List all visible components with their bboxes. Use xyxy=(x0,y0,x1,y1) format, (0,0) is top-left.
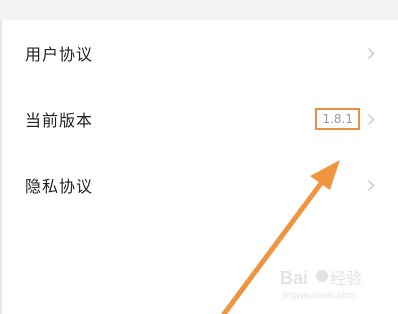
chevron-right-icon xyxy=(366,46,376,60)
section-divider xyxy=(0,0,398,20)
svg-text:经验: 经验 xyxy=(330,269,362,288)
chevron-right-icon xyxy=(366,112,376,126)
chevron-right-icon xyxy=(366,178,376,192)
svg-text:Bai: Bai xyxy=(280,268,308,288)
settings-item-current-version[interactable]: 当前版本 1.8.1 xyxy=(0,86,398,152)
settings-item-label: 当前版本 xyxy=(25,111,94,130)
svg-text:jingyan.baidu.com: jingyan.baidu.com xyxy=(281,290,355,300)
settings-page: 用户协议 当前版本 1.8.1 隐私协议 Bai 经验 jingyan.baid… xyxy=(0,0,398,314)
settings-item-label: 隐私协议 xyxy=(25,177,94,196)
settings-item-user-agreement[interactable]: 用户协议 xyxy=(0,20,398,86)
baidu-jingyan-watermark: Bai 经验 jingyan.baidu.com xyxy=(280,268,362,300)
version-value: 1.8.1 xyxy=(315,108,360,130)
settings-item-label: 用户协议 xyxy=(25,45,94,64)
settings-item-privacy-agreement[interactable]: 隐私协议 xyxy=(0,152,398,218)
